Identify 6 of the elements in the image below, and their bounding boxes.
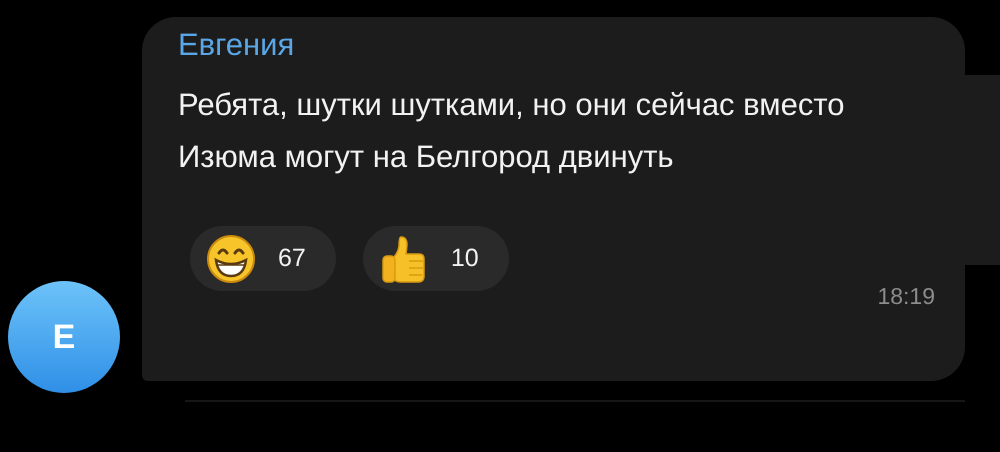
reaction-button[interactable]: 67 [190,226,336,291]
message-text: Ребята, шутки шутками, но они сейчас вместо Изюма могут на Белгород двинуть [178,86,846,176]
reaction-button[interactable]: 10 [362,226,509,291]
sender-name[interactable]: Евгения [178,27,935,63]
grinning-face-icon [206,234,256,284]
message-time: 18:19 [877,283,935,309]
